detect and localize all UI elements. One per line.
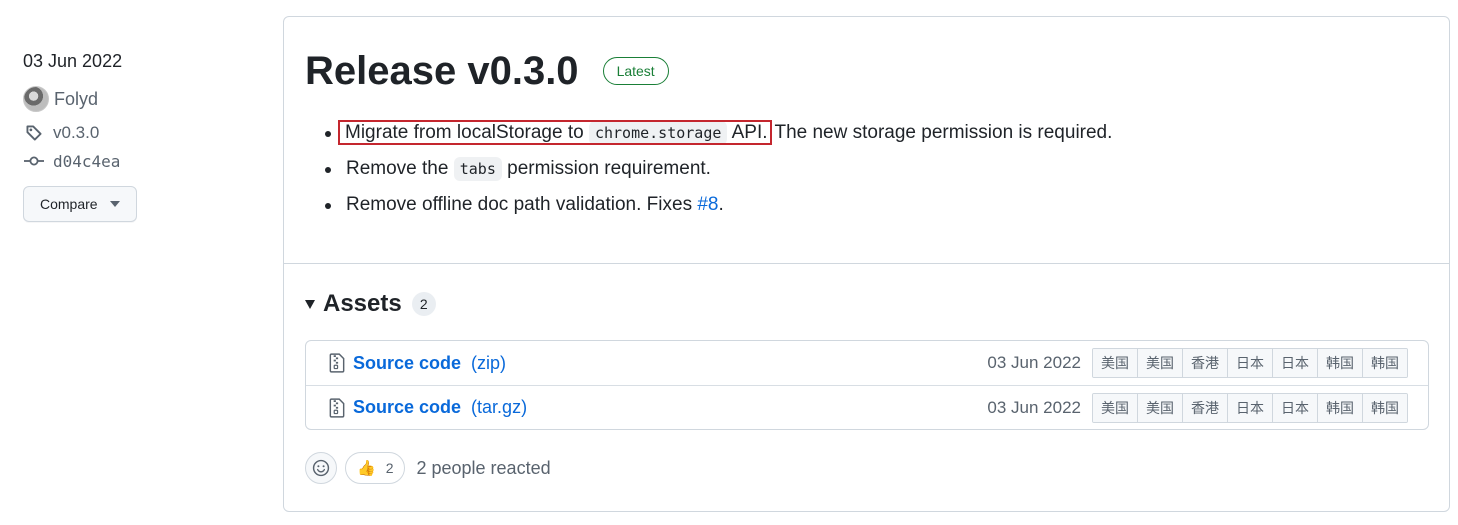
note-text: permission requirement. — [507, 158, 711, 179]
avatar[interactable] — [23, 86, 49, 112]
inline-code: chrome.storage — [588, 121, 728, 145]
mirror-buttons: 美国 美国 香港 日本 日本 韩国 韩国 — [1092, 392, 1408, 423]
release-date: 03 Jun 2022 — [23, 51, 123, 71]
compare-label: Compare — [40, 196, 98, 212]
asset-date: 03 Jun 2022 — [987, 353, 1081, 372]
note-text: . — [718, 194, 724, 215]
note-text: Remove offline doc path validation. Fixe… — [346, 194, 693, 215]
reaction-summary: 2 people reacted — [416, 457, 551, 478]
thumbs-up-icon: 👍 — [357, 460, 376, 477]
asset-link[interactable]: Source code — [353, 397, 461, 418]
note-text: API. — [731, 122, 768, 143]
release-note-item: Remove offline doc path validation. Fixe… — [325, 191, 1429, 219]
asset-ext[interactable]: (zip) — [471, 353, 506, 374]
assets-toggle[interactable]: Assets 2 — [305, 290, 1428, 318]
mirror-button[interactable]: 日本 — [1227, 349, 1272, 377]
file-zip-icon — [328, 397, 346, 418]
tag-link[interactable]: v0.3.0 — [23, 122, 263, 144]
commit-icon — [23, 150, 45, 172]
release-notes: Migrate from localStorage to chrome.stor… — [305, 119, 1429, 219]
author-link[interactable]: Folyd — [23, 86, 263, 112]
author-name[interactable]: Folyd — [54, 89, 98, 110]
thumbs-up-reaction[interactable]: 👍 2 — [345, 452, 406, 484]
commit-sha[interactable]: d04c4ea — [53, 152, 120, 171]
mirror-button[interactable]: 日本 — [1272, 393, 1317, 422]
mirror-button[interactable]: 美国 — [1137, 393, 1182, 422]
add-reaction-button[interactable] — [305, 452, 337, 484]
commit-link[interactable]: d04c4ea — [23, 150, 263, 172]
release-card: Release v0.3.0 Latest Migrate from local… — [283, 16, 1450, 512]
mirror-button[interactable]: 日本 — [1227, 393, 1272, 422]
compare-button[interactable]: Compare — [23, 186, 137, 222]
mirror-button[interactable]: 香港 — [1182, 393, 1227, 422]
latest-badge: Latest — [602, 57, 669, 85]
issue-link[interactable]: #8 — [697, 194, 718, 215]
mirror-button[interactable]: 韩国 — [1362, 393, 1407, 422]
release-title[interactable]: Release v0.3.0 — [305, 45, 579, 97]
assets-title[interactable]: Assets — [323, 290, 402, 318]
mirror-button[interactable]: 香港 — [1182, 349, 1227, 377]
mirror-button[interactable]: 韩国 — [1317, 393, 1362, 422]
assets-count: 2 — [411, 292, 436, 316]
note-text: Remove the — [346, 158, 449, 179]
highlight-box: Migrate from localStorage to chrome.stor… — [338, 120, 772, 145]
asset-row: Source code (zip) 03 Jun 2022 美国 美国 香港 日… — [306, 341, 1428, 385]
reaction-count: 2 — [385, 460, 394, 476]
inline-code: tabs — [453, 157, 502, 181]
mirror-button[interactable]: 日本 — [1272, 349, 1317, 377]
triangle-down-icon[interactable] — [305, 299, 315, 309]
note-text: The new storage permission is required. — [774, 122, 1113, 143]
release-note-item: Remove the tabs permission requirement. — [325, 155, 1429, 183]
tag-name[interactable]: v0.3.0 — [53, 123, 99, 143]
mirror-button[interactable]: 韩国 — [1362, 349, 1407, 377]
mirror-buttons: 美国 美国 香港 日本 日本 韩国 韩国 — [1092, 348, 1408, 378]
release-note-item: Migrate from localStorage to chrome.stor… — [325, 119, 1429, 147]
asset-date: 03 Jun 2022 — [987, 397, 1081, 417]
asset-row: Source code (tar.gz) 03 Jun 2022 美国 美国 香… — [306, 385, 1428, 429]
mirror-button[interactable]: 美国 — [1093, 349, 1137, 377]
asset-link[interactable]: Source code — [353, 353, 461, 374]
file-zip-icon — [328, 353, 346, 373]
mirror-button[interactable]: 韩国 — [1317, 349, 1362, 377]
release-sidebar: 03 Jun 2022 Folyd v0.3.0 d04c4ea Compare — [23, 48, 263, 222]
assets-section: Assets 2 Source code (zip) 03 Jun 2022 美… — [284, 264, 1449, 484]
mirror-button[interactable]: 美国 — [1137, 349, 1182, 377]
assets-list: Source code (zip) 03 Jun 2022 美国 美国 香港 日… — [305, 340, 1429, 430]
tag-icon — [23, 122, 45, 144]
release-header: Release v0.3.0 Latest Migrate from local… — [284, 17, 1449, 264]
mirror-button[interactable]: 美国 — [1093, 393, 1137, 422]
chevron-down-icon — [109, 201, 120, 207]
note-text: Migrate from localStorage to — [345, 122, 584, 143]
reactions-bar: 👍 2 2 people reacted — [305, 452, 1428, 484]
smiley-icon — [312, 459, 330, 477]
asset-ext[interactable]: (tar.gz) — [471, 397, 527, 418]
